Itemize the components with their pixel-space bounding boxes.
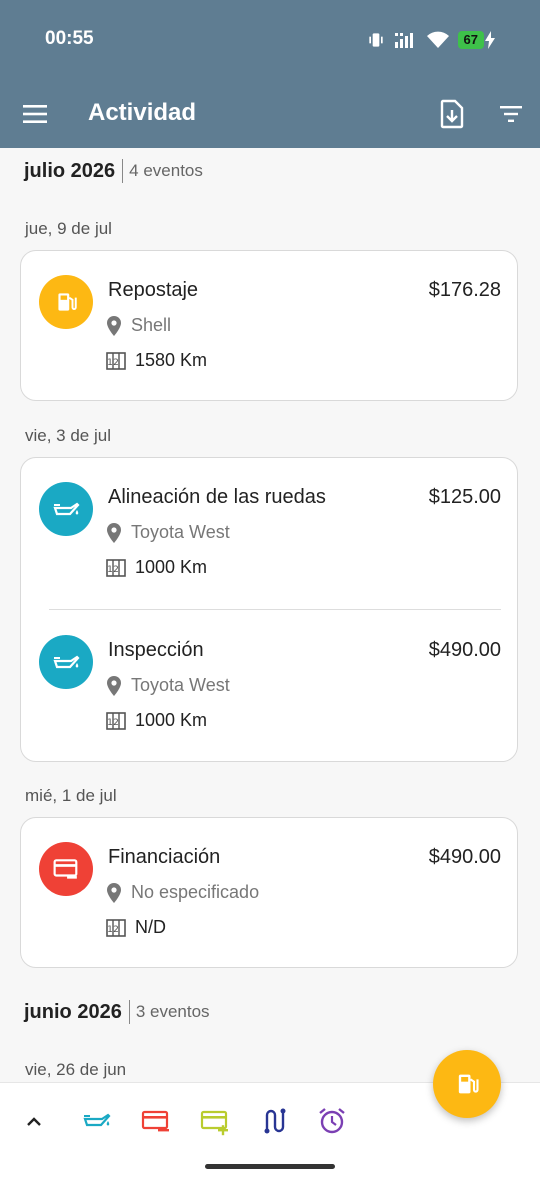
menu-icon[interactable] [20,98,52,130]
event-title: Repostaje [108,279,199,301]
card-minus-icon [39,842,93,896]
event-item[interactable]: Repostaje $176.28 Shell 12 1580 Km [21,251,519,391]
odometer-icon: 12 [106,351,126,370]
event-title: Financiación [108,846,221,868]
event-title: Inspección [108,639,204,661]
event-amount: $125.00 [428,486,501,508]
event-odometer: 12 N/D [106,917,166,937]
svg-text:2: 2 [113,925,119,935]
event-card: Financiación $490.00 No especificado 12 … [20,817,518,968]
event-place: Toyota West [106,522,230,543]
activity-list[interactable]: julio 2026 4 eventos jue, 9 de jul Repost… [0,148,540,1082]
svg-text:1: 1 [107,358,113,368]
status-time: 00:55 [45,28,94,49]
event-card: Repostaje $176.28 Shell 12 1580 Km [20,250,518,401]
wifi-icon [426,31,449,48]
svg-text:1: 1 [107,718,113,728]
day-label: mié, 1 de jul [25,786,117,805]
page-title: Actividad [88,99,197,126]
fuel-pump-icon [39,275,93,329]
event-amount: $176.28 [428,279,501,301]
filter-icon[interactable] [496,98,528,130]
alarm-clock-icon[interactable] [316,1105,348,1137]
status-icons: 67 [366,27,496,53]
event-place: Shell [106,315,171,336]
fuel-pump-icon [458,1074,479,1094]
location-pin-icon [107,675,121,696]
charging-icon [485,31,495,49]
event-card: Alineación de las ruedas $125.00 Toyota … [20,457,518,762]
svg-text:2: 2 [113,718,119,728]
location-pin-icon [107,882,121,903]
month-header: junio 2026 3 eventos [24,1000,210,1024]
export-file-icon[interactable] [436,98,468,130]
odometer-icon: 12 [106,918,126,937]
route-icon[interactable] [258,1105,290,1137]
battery-icon: 67 [457,30,496,50]
app-bar: 00:55 67 Actividad [0,0,540,148]
oil-can-icon[interactable] [81,1105,113,1137]
svg-text:2: 2 [113,565,119,575]
svg-text:1: 1 [107,925,113,935]
svg-text:1: 1 [107,565,113,575]
item-divider [49,609,501,610]
event-odometer: 12 1000 Km [106,557,208,577]
day-label: jue, 9 de jul [25,219,112,238]
chevron-up-icon[interactable] [18,1105,50,1137]
home-indicator[interactable] [205,1164,335,1169]
location-pin-icon [107,315,121,336]
oil-can-icon [39,635,93,689]
event-amount: $490.00 [428,639,501,661]
svg-text:2: 2 [113,358,119,368]
event-item[interactable]: Alineación de las ruedas $125.00 Toyota … [21,458,519,598]
card-minus-icon[interactable] [140,1105,172,1137]
oil-can-icon [39,482,93,536]
event-place: No especificado [106,882,259,903]
month-header: julio 2026 4 eventos [24,159,203,183]
day-label: vie, 26 de jun [25,1060,127,1079]
signal-icon [394,33,413,48]
event-amount: $490.00 [428,846,501,868]
location-pin-icon [107,522,121,543]
event-odometer: 12 1580 Km [106,350,208,370]
add-fuel-fab[interactable] [433,1050,501,1118]
event-place: Toyota West [106,675,230,696]
card-plus-icon[interactable] [199,1105,231,1137]
event-title: Alineación de las ruedas [108,486,326,508]
event-odometer: 12 1000 Km [106,710,208,730]
odometer-icon: 12 [106,558,126,577]
day-label: vie, 3 de jul [25,426,111,445]
vibrate-icon [368,33,383,47]
event-item[interactable]: Financiación $490.00 No especificado 12 … [21,818,519,958]
odometer-icon: 12 [106,711,126,730]
event-item[interactable]: Inspección $490.00 Toyota West 12 1000 K… [21,611,519,751]
battery-level: 67 [457,31,484,49]
